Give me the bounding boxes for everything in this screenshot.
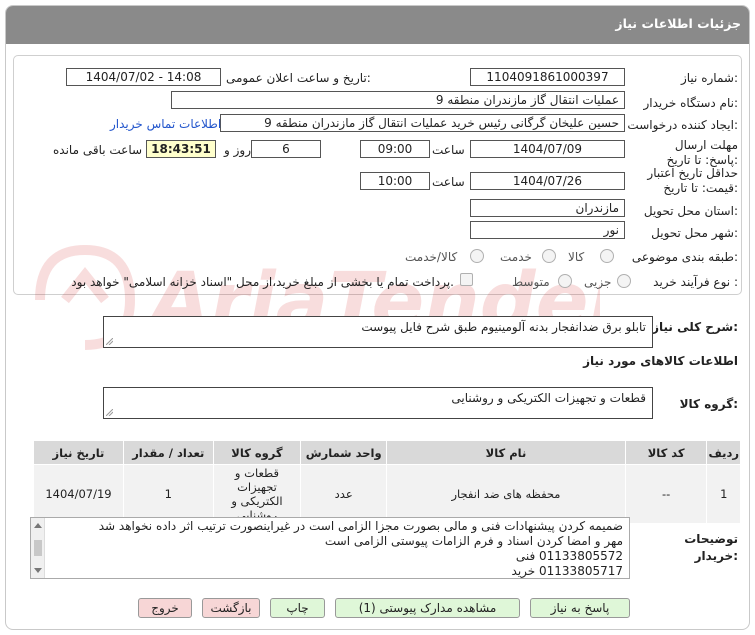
view-attachments-button[interactable]: مشاهده مدارک پیوستی (1) [335,598,520,618]
table-row[interactable]: 1 -- محفظه های ضد انفجار عدد قطعات و تجه… [33,464,741,524]
city-field: نور [470,221,625,239]
reply-button[interactable]: پاسخ به نیاز [530,598,630,618]
col-code-header: کد کالا [624,440,708,465]
cell-group: قطعات و تجهیزات الکتریکی و روشنایی [212,464,302,524]
notes-line: 01133805717 خرید [511,564,623,578]
col-unit-header: واحد شمارش [300,440,388,465]
goods-group-text: قطعات و تجهیزات الکتریکی و روشنایی [451,391,646,405]
resize-handle-icon[interactable] [106,338,113,345]
notes-line: مهر و امضا کردن اسناد و فرم الزامات پیوس… [324,534,623,548]
back-button[interactable]: بازگشت [202,598,260,618]
announce-label: تاریخ و ساعت اعلان عمومی: [226,71,371,85]
category-goods-label: کالا [568,250,585,264]
deadline-date-field: 1404/07/09 [470,140,625,158]
remaining-time-field: 18:43:51 [146,140,216,158]
cell-row-number: 1 [706,464,741,524]
deadline-time-field: 09:00 [360,140,430,158]
description-field[interactable]: تابلو برق ضدانفجار بدنه آلومینیوم طبق شر… [103,316,653,348]
notes-line: 01133805572 فنی [515,549,623,563]
process-minor-radio[interactable] [617,274,631,288]
print-button[interactable]: چاپ [270,598,325,618]
notes-scrollbar[interactable] [31,518,45,578]
cell-name: محفظه های ضد انفجار [386,464,626,524]
category-goods-radio[interactable] [600,249,614,263]
resize-handle-icon[interactable] [106,409,113,416]
city-label: شهر محل تحویل: [651,226,738,240]
deadline-time-label: ساعت [432,143,465,157]
category-both-label: کالا/خدمت [405,250,458,264]
goods-group-field[interactable]: قطعات و تجهیزات الکتریکی و روشنایی [103,387,653,419]
buyer-contact-link[interactable]: اطلاعات تماس خریدار [110,117,221,131]
items-table: ردیف کد کالا نام کالا واحد شمارش گروه کا… [33,440,741,524]
buyer-notes-label: توضیحات خریدار: [684,532,738,563]
buyer-notes-field[interactable]: ضمیمه کردن پیشنهادات فنی و مالی بصورت مج… [30,517,630,579]
validity-date-field: 1404/07/26 [470,172,625,190]
cell-unit: عدد [300,464,388,524]
need-number-label: شماره نیاز: [680,71,738,85]
col-name-header: نام کالا [386,440,626,465]
description-label: شرح کلی نیاز: [652,320,738,334]
requester-field: حسین علیخان گرگانی رئیس خرید عملیات انتق… [220,114,625,132]
process-type-label: نوع فرآیند خرید : [653,275,738,289]
days-remaining-field: 6 [251,140,321,158]
category-service-label: خدمت [500,250,532,264]
province-field: مازندران [470,199,625,217]
category-label: طبقه بندی موضوعی: [631,250,738,264]
days-label: روز و [224,143,251,157]
treasury-payment-checkbox[interactable] [460,273,473,286]
col-row-header: ردیف [706,440,741,465]
process-medium-radio[interactable] [558,274,572,288]
col-group-header: گروه کالا [212,440,302,465]
goods-group-label: گروه کالا: [679,397,738,411]
buyer-org-field: عملیات انتقال گاز مازندران منطقه 9 [171,91,625,109]
cell-quantity: 1 [122,464,214,524]
category-both-radio[interactable] [470,249,484,263]
process-medium-label: متوسط [512,275,550,289]
category-service-radio[interactable] [542,249,556,263]
cell-code: -- [624,464,708,524]
scroll-arrows-icon [34,523,42,573]
announce-field: 1404/07/02 - 14:08 [66,68,221,86]
treasury-payment-label: پرداخت تمام یا بخشی از مبلغ خرید،از محل … [71,275,454,289]
exit-button[interactable]: خروج [138,598,192,618]
validity-time-field: 10:00 [360,172,430,190]
page-title: جزئیات اطلاعات نیاز [615,16,741,31]
validity-label: حداقل تاریخ اعتبار قیمت: تا تاریخ: [647,166,738,195]
goods-info-title: اطلاعات کالاهای مورد نیاز [583,354,738,368]
remaining-time-label: ساعت باقی مانده [53,143,143,157]
requester-label: ایجاد کننده درخواست: [627,118,738,132]
table-header-row: ردیف کد کالا نام کالا واحد شمارش گروه کا… [33,440,741,465]
buyer-org-label: نام دستگاه خریدار: [643,96,739,110]
need-number-field: 1104091861000397 [470,68,625,86]
deadline-label: مهلت ارسال پاسخ: تا تاریخ: [666,138,738,167]
province-label: استان محل تحویل: [643,204,738,218]
process-minor-label: جزیی [584,275,612,289]
notes-line: ضمیمه کردن پیشنهادات فنی و مالی بصورت مج… [98,519,623,533]
description-text: تابلو برق ضدانفجار بدنه آلومینیوم طبق شر… [361,320,646,334]
col-qty-header: تعداد / مقدار [122,440,214,465]
cell-need-date: 1404/07/19 [33,464,124,524]
validity-time-label: ساعت [432,175,465,189]
col-date-header: تاریخ نیاز [33,440,124,465]
